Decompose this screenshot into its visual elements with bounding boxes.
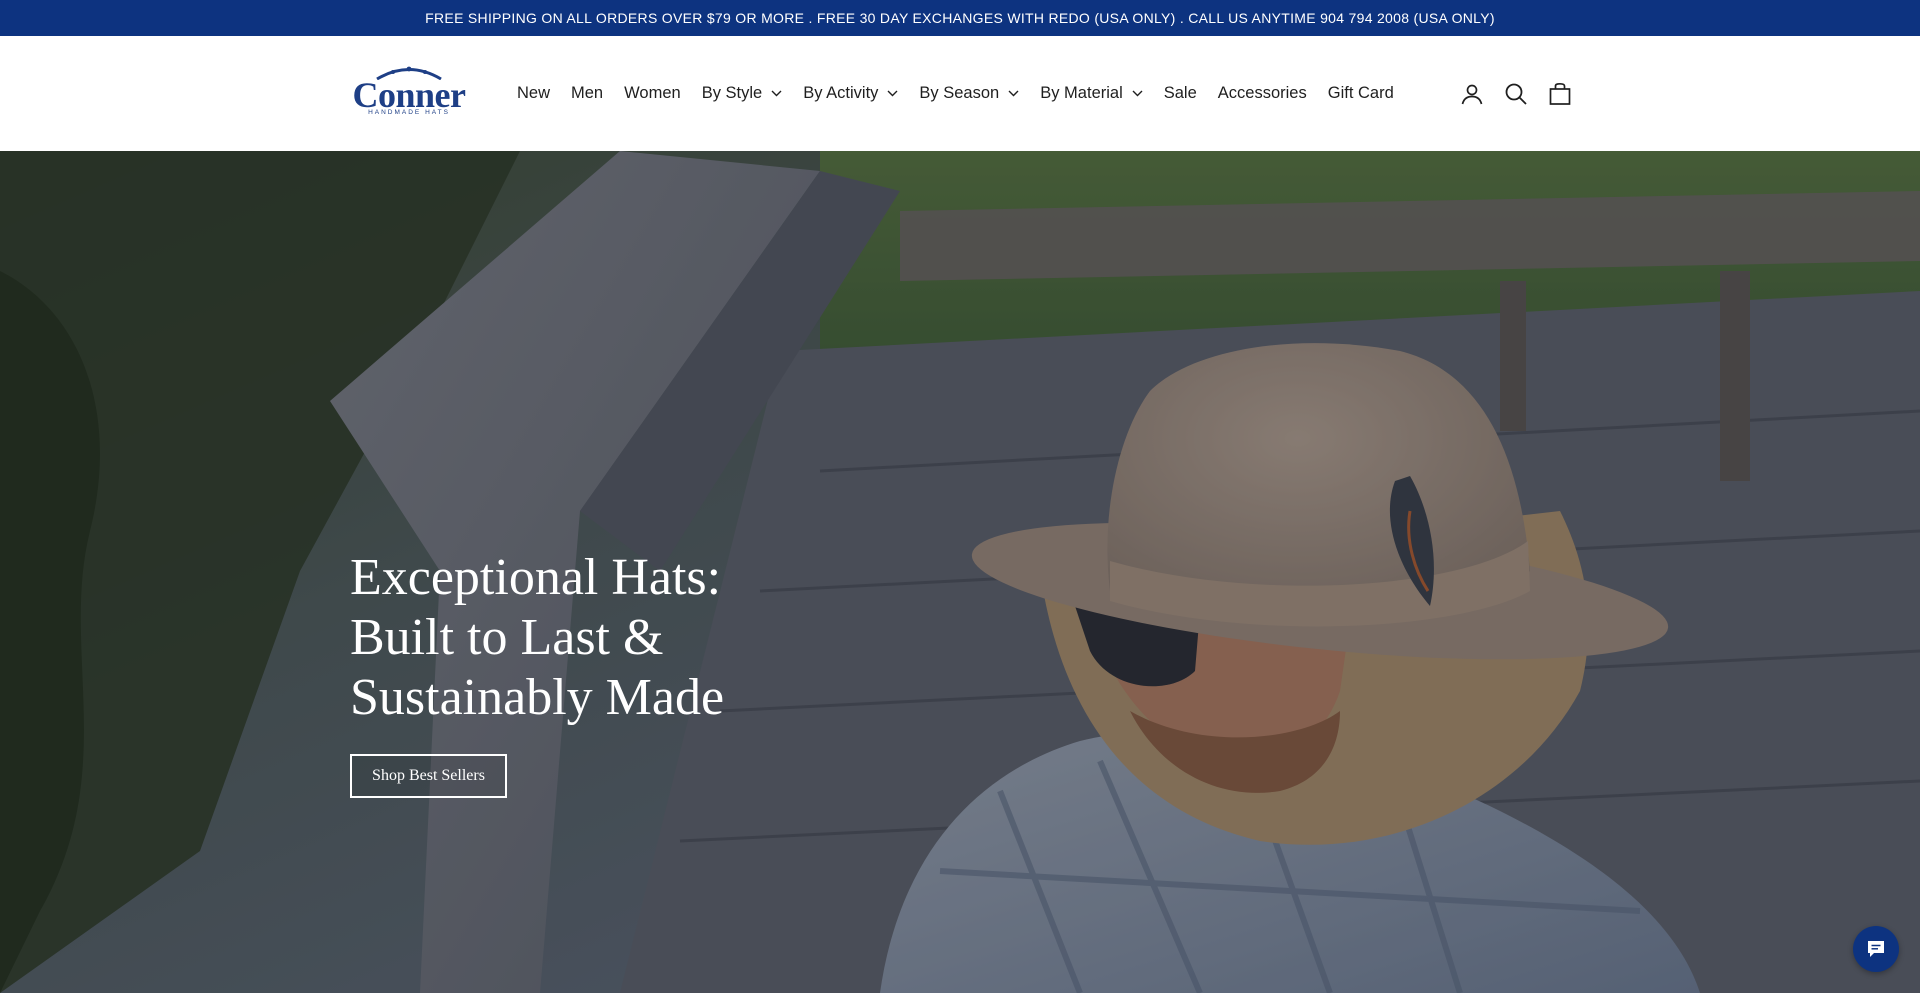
nav-item-men[interactable]: Men — [571, 84, 603, 103]
nav-label: By Material — [1040, 84, 1123, 102]
site-header: Conner HANDMADE HATS New Men Women By St… — [0, 36, 1920, 151]
chat-button[interactable] — [1853, 926, 1899, 972]
nav-label: New — [517, 84, 551, 102]
hero-headline: Exceptional Hats: Built to Last & Sustai… — [350, 548, 870, 728]
nav-label: Men — [571, 84, 604, 102]
search-icon[interactable] — [1502, 80, 1530, 108]
announcement-text: FREE SHIPPING ON ALL ORDERS OVER $79 OR … — [425, 10, 1495, 26]
nav-label: Accessories — [1217, 84, 1307, 102]
nav-item-by-activity[interactable]: By Activity — [803, 84, 898, 103]
nav-label: By Style — [701, 84, 763, 102]
chevron-down-icon — [1132, 90, 1143, 97]
chevron-down-icon — [887, 90, 898, 97]
cta-label: Shop Best Sellers — [372, 767, 485, 784]
hero-overlay — [0, 151, 1920, 993]
chevron-down-icon — [771, 90, 782, 97]
nav-item-sale[interactable]: Sale — [1164, 84, 1197, 103]
nav-item-new[interactable]: New — [517, 84, 550, 103]
nav-item-by-style[interactable]: By Style — [702, 84, 783, 103]
nav-label: Gift Card — [1327, 84, 1394, 102]
hero-banner: Exceptional Hats: Built to Last & Sustai… — [0, 151, 1920, 993]
chat-icon — [1868, 941, 1884, 957]
chevron-down-icon — [1008, 90, 1019, 97]
nav-item-by-material[interactable]: By Material — [1040, 84, 1143, 103]
nav-item-women[interactable]: Women — [624, 84, 681, 103]
logo[interactable]: Conner HANDMADE HATS — [349, 66, 469, 118]
account-icon[interactable] — [1458, 80, 1486, 108]
nav-label: By Season — [919, 84, 1000, 102]
logo-wordmark: Conner — [352, 75, 467, 115]
nav-item-by-season[interactable]: By Season — [919, 84, 1019, 103]
nav-label: By Activity — [803, 84, 879, 102]
nav-label: Sale — [1163, 84, 1197, 102]
nav-item-gift-card[interactable]: Gift Card — [1328, 84, 1394, 103]
nav-label: Women — [624, 84, 681, 102]
header-actions — [1458, 36, 1590, 151]
nav-item-accessories[interactable]: Accessories — [1218, 84, 1307, 103]
cart-icon[interactable] — [1546, 80, 1574, 108]
hero-headline-line: Built to Last & — [350, 609, 664, 666]
hero-headline-line: Exceptional Hats: — [350, 549, 722, 606]
shop-best-sellers-button[interactable]: Shop Best Sellers — [350, 754, 507, 798]
main-nav: New Men Women By Style By Activity By Se… — [517, 36, 1415, 151]
announcement-bar: FREE SHIPPING ON ALL ORDERS OVER $79 OR … — [0, 0, 1920, 36]
logo-tagline: HANDMADE HATS — [368, 109, 450, 116]
hero-headline-line: Sustainably Made — [350, 669, 725, 726]
